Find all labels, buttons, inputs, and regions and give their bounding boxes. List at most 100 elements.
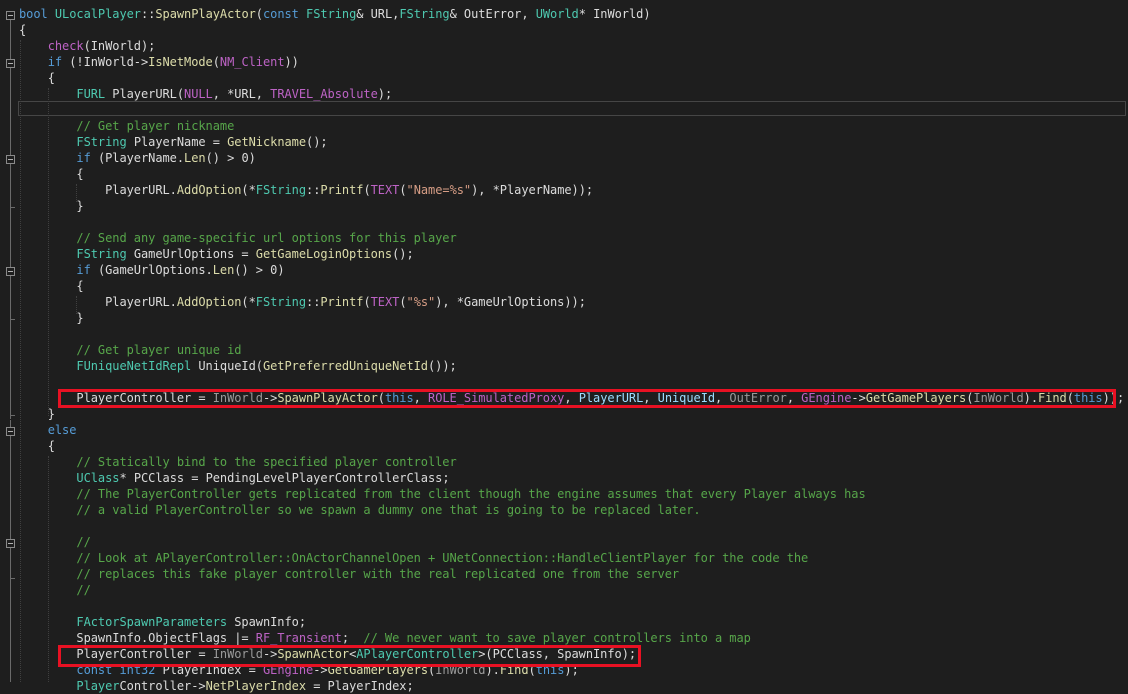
code-token: FActorSpawnParameters bbox=[76, 615, 235, 629]
code-token: (); bbox=[306, 135, 328, 149]
code-line[interactable]: if (!InWorld->IsNetMode(NM_Client)) bbox=[19, 54, 299, 70]
code-token: * InWorld) bbox=[578, 7, 651, 21]
code-token: PlayerURL. bbox=[19, 183, 177, 197]
code-token: :: bbox=[306, 183, 321, 197]
code-token: ( bbox=[399, 295, 407, 309]
fold-gutter-line bbox=[10, 420, 11, 427]
code-line[interactable]: // The PlayerController gets replicated … bbox=[19, 486, 866, 502]
code-token: PlayerName = bbox=[133, 135, 228, 149]
code-token: ( bbox=[363, 183, 371, 197]
code-line[interactable]: // Send any game-specific url options fo… bbox=[19, 230, 457, 246]
code-line[interactable]: if (PlayerName.Len() > 0) bbox=[19, 150, 256, 166]
code-line[interactable]: // replaces this fake player controller … bbox=[19, 566, 679, 582]
code-token: "%s" bbox=[406, 295, 436, 309]
code-token: SpawnPlayActor bbox=[155, 7, 256, 21]
code-line[interactable]: // bbox=[19, 534, 90, 550]
code-token: GameUrlOptions = bbox=[133, 247, 256, 261]
code-line[interactable]: // Look at APlayerController::OnActorCha… bbox=[19, 550, 808, 566]
code-line[interactable]: // Statically bind to the specified play… bbox=[19, 454, 456, 470]
code-line[interactable]: check(InWorld); bbox=[19, 38, 156, 54]
collapse-function-icon[interactable] bbox=[6, 11, 15, 20]
code-token: (PlayerName. bbox=[97, 151, 185, 165]
code-token: if bbox=[47, 55, 70, 69]
code-token: GetNickname bbox=[227, 135, 307, 149]
code-line[interactable]: PlayerURL.AddOption(*FString::Printf(TEX… bbox=[19, 294, 586, 310]
code-line[interactable]: PlayerController->NetPlayerIndex = Playe… bbox=[19, 678, 413, 694]
code-line[interactable]: SpawnInfo.ObjectFlags |= RF_Transient; /… bbox=[19, 630, 751, 646]
code-line[interactable]: // a valid PlayerController so we spawn … bbox=[19, 502, 700, 518]
code-line[interactable]: FString GameUrlOptions = GetGameLoginOpt… bbox=[19, 246, 414, 262]
code-line[interactable]: { bbox=[19, 166, 83, 182]
code-line[interactable]: // bbox=[19, 582, 91, 598]
code-line[interactable]: PlayerURL.AddOption(*FString::Printf(TEX… bbox=[19, 182, 593, 198]
code-line[interactable]: { bbox=[19, 22, 26, 38]
code-token: GetPreferredUniqueNetId bbox=[262, 359, 428, 373]
code-token: ( bbox=[212, 55, 220, 69]
collapse-if-icon[interactable] bbox=[6, 155, 15, 164]
code-token: FString bbox=[255, 183, 307, 197]
code-token: ), *GameUrlOptions)); bbox=[435, 295, 586, 309]
code-line[interactable]: FUniqueNetIdRepl UniqueId(GetPreferredUn… bbox=[19, 358, 457, 374]
code-token: (); bbox=[392, 247, 414, 261]
code-token: () > 0) bbox=[234, 263, 285, 277]
code-token: { bbox=[19, 23, 27, 37]
code-line[interactable]: } bbox=[19, 198, 83, 214]
code-token: () > 0) bbox=[205, 151, 256, 165]
collapse-comment-icon[interactable] bbox=[6, 539, 15, 548]
code-token: FString bbox=[255, 295, 307, 309]
code-token: (* bbox=[241, 295, 256, 309]
code-token: Len bbox=[212, 263, 235, 277]
code-line[interactable]: FURL PlayerURL(NULL, *URL, TRAVEL_Absolu… bbox=[19, 86, 392, 102]
code-line[interactable]: // Get player unique id bbox=[19, 342, 241, 358]
code-line[interactable]: bool ULocalPlayer::SpawnPlayActor(const … bbox=[19, 6, 651, 22]
code-line[interactable]: } bbox=[19, 310, 83, 326]
code-token: & URL, bbox=[356, 7, 400, 21]
code-token: // The PlayerController gets replicated … bbox=[76, 487, 866, 501]
code-token: )) bbox=[284, 55, 299, 69]
code-line[interactable]: { bbox=[19, 438, 55, 454]
code-token: & OutError, bbox=[449, 7, 536, 21]
code-token: ( bbox=[363, 295, 371, 309]
code-line[interactable]: if (GameUrlOptions.Len() > 0) bbox=[19, 262, 285, 278]
fold-gutter-line bbox=[10, 164, 11, 208]
code-line[interactable]: FString PlayerName = GetNickname(); bbox=[19, 134, 328, 150]
code-token: "Name=%s" bbox=[406, 183, 472, 197]
code-line[interactable]: } bbox=[19, 406, 55, 422]
code-token: :: bbox=[140, 7, 156, 21]
code-token: TEXT bbox=[370, 183, 400, 197]
code-token: // bbox=[76, 583, 91, 597]
code-line[interactable]: // Get player nickname bbox=[19, 118, 234, 134]
code-token: (!InWorld-> bbox=[69, 55, 149, 69]
code-line[interactable]: FActorSpawnParameters SpawnInfo; bbox=[19, 614, 306, 630]
code-token: ); bbox=[377, 87, 393, 101]
collapse-if-icon[interactable] bbox=[6, 267, 15, 276]
code-token: FString bbox=[399, 7, 450, 21]
code-token: FString bbox=[76, 135, 134, 149]
code-token: FString bbox=[306, 7, 357, 21]
code-line[interactable]: else bbox=[19, 422, 77, 438]
fold-gutter-line bbox=[10, 579, 11, 682]
code-token: { bbox=[19, 71, 55, 85]
collapse-if-icon[interactable] bbox=[6, 59, 15, 68]
code-line[interactable]: UClass* PCClass = PendingLevelPlayerCont… bbox=[19, 470, 449, 486]
code-token: bool bbox=[19, 7, 55, 21]
code-token: TEXT bbox=[370, 295, 400, 309]
indent-guide bbox=[48, 88, 49, 416]
indent-guide bbox=[20, 40, 21, 682]
code-token: // Get player nickname bbox=[76, 119, 235, 133]
code-token: UniqueId( bbox=[198, 359, 263, 373]
fold-gutter-line bbox=[10, 276, 11, 320]
code-token: IsNetMode bbox=[148, 55, 213, 69]
code-line[interactable]: { bbox=[19, 70, 55, 86]
code-editor[interactable]: bool ULocalPlayer::SpawnPlayActor(const … bbox=[0, 0, 1128, 693]
code-token: if bbox=[76, 263, 98, 277]
code-token: // Send any game-specific url options fo… bbox=[76, 231, 457, 245]
fold-gutter-line bbox=[10, 320, 11, 419]
collapse-else-icon[interactable] bbox=[6, 427, 15, 436]
code-token: ()); bbox=[427, 359, 457, 373]
code-token: PlayerURL. bbox=[19, 295, 177, 309]
code-token: Printf bbox=[320, 183, 364, 197]
code-line[interactable]: { bbox=[19, 278, 83, 294]
